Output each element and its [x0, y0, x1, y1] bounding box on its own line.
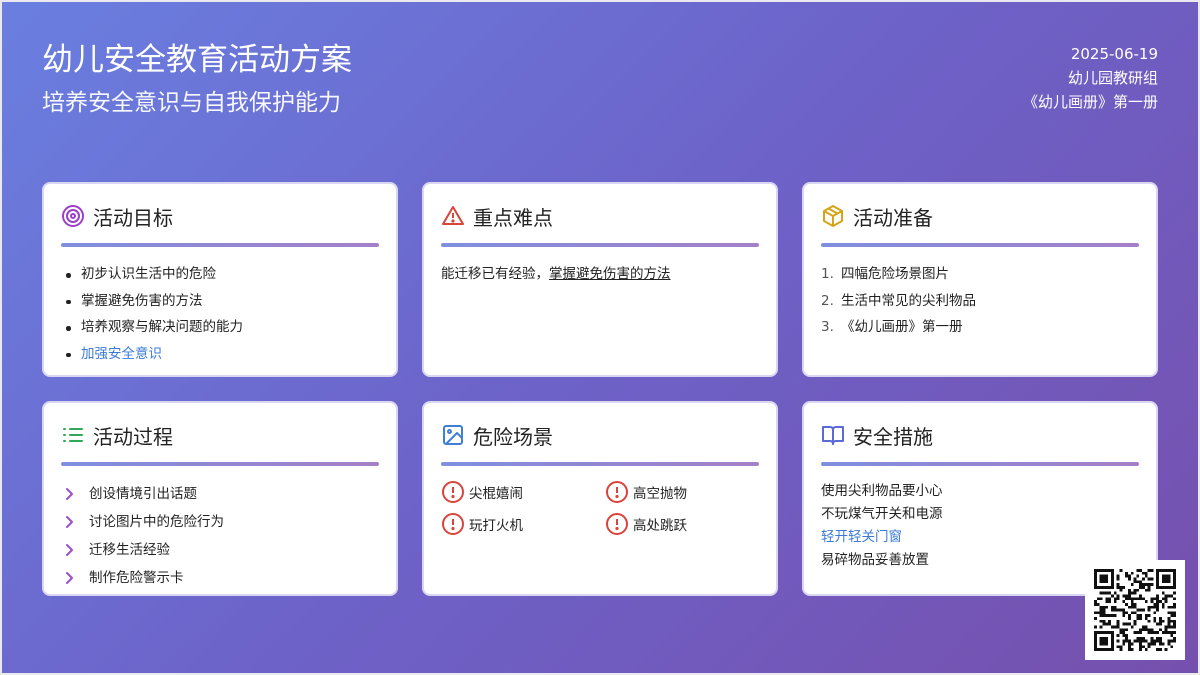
page-subtitle: 培养安全意识与自我保护能力 — [42, 90, 341, 116]
key-point-text: 能迁移已有经验， — [441, 266, 549, 282]
alert-circle-icon — [441, 480, 465, 504]
list-item: 使用尖利物品要小心 — [821, 483, 943, 499]
card-title: 活动过程 — [93, 424, 173, 449]
warning-triangle-icon — [441, 204, 465, 228]
book-label: 《幼儿画册》第一册 — [1022, 93, 1158, 111]
divider — [441, 243, 759, 247]
book-open-icon — [821, 423, 845, 447]
alert-circle-icon — [441, 512, 465, 536]
alert-circle-icon — [605, 480, 629, 504]
chevron-right-icon — [61, 514, 89, 530]
chevron-right-icon — [61, 570, 89, 586]
card-title: 安全措施 — [853, 424, 933, 449]
page-title: 幼儿安全教育活动方案 — [42, 42, 352, 78]
danger-item: 高处跳跃 — [605, 512, 769, 535]
card-preparation: 活动准备 1. 四幅危险场景图片 2. 生活中常见的尖利物品 3. 《幼儿画册》第一册 — [802, 182, 1158, 377]
card-goals: 活动目标 初步认识生活中的危险 掌握避免伤害的方法 培养观察与解决问题的能力 加… — [42, 182, 398, 377]
divider — [821, 243, 1139, 247]
list-item: 初步认识生活中的危险 — [61, 261, 379, 288]
list-item-highlight: 加强安全意识 — [61, 341, 379, 368]
list-item-highlight: 轻开轻关门窗 — [821, 529, 902, 545]
list-item: 创设情境引出话题 — [61, 480, 379, 508]
author-label: 幼儿园教研组 — [1067, 69, 1158, 87]
image-icon — [441, 423, 465, 447]
list-item: 讨论图片中的危险行为 — [61, 508, 379, 536]
danger-item: 玩打火机 — [441, 512, 605, 535]
divider — [441, 462, 759, 466]
target-icon — [61, 204, 85, 228]
divider — [61, 462, 379, 466]
qr-code[interactable] — [1085, 560, 1185, 660]
divider — [821, 462, 1139, 466]
card-scenes: 危险场景 尖棍嬉闹 高空抛物 玩打火机 高处跳跃 — [422, 401, 778, 596]
card-title: 活动准备 — [853, 205, 933, 230]
list-item: 不玩煤气开关和电源 — [821, 506, 943, 522]
card-key-points: 重点难点 能迁移已有经验，掌握避免伤害的方法 — [422, 182, 778, 377]
chevron-right-icon — [61, 486, 89, 502]
divider — [61, 243, 379, 247]
danger-item: 尖棍嬉闹 — [441, 480, 605, 503]
list-icon — [61, 423, 85, 447]
date-label: 2025-06-19 — [1070, 45, 1158, 63]
alert-circle-icon — [605, 512, 629, 536]
list-item: 掌握避免伤害的方法 — [61, 288, 379, 315]
danger-item: 高空抛物 — [605, 480, 769, 503]
package-icon — [821, 204, 845, 228]
list-item: 2. 生活中常见的尖利物品 — [821, 292, 976, 309]
key-point-link[interactable]: 掌握避免伤害的方法 — [549, 266, 671, 282]
list-item: 迁移生活经验 — [61, 536, 379, 564]
card-title: 重点难点 — [473, 205, 553, 230]
header: 幼儿安全教育活动方案 培养安全意识与自我保护能力 — [42, 40, 352, 118]
header-meta: 2025-06-19 幼儿园教研组 《幼儿画册》第一册 — [1023, 42, 1158, 114]
card-title: 活动目标 — [93, 205, 173, 230]
list-item: 3. 《幼儿画册》第一册 — [821, 319, 963, 335]
list-item: 1. 四幅危险场景图片 — [821, 266, 949, 282]
list-item: 制作危险警示卡 — [61, 564, 379, 592]
card-process: 活动过程 创设情境引出话题 讨论图片中的危险行为 迁移生活经验 制作危险警示卡 — [42, 401, 398, 596]
list-item: 培养观察与解决问题的能力 — [61, 314, 379, 341]
card-title: 危险场景 — [473, 424, 553, 449]
chevron-right-icon — [61, 542, 89, 558]
